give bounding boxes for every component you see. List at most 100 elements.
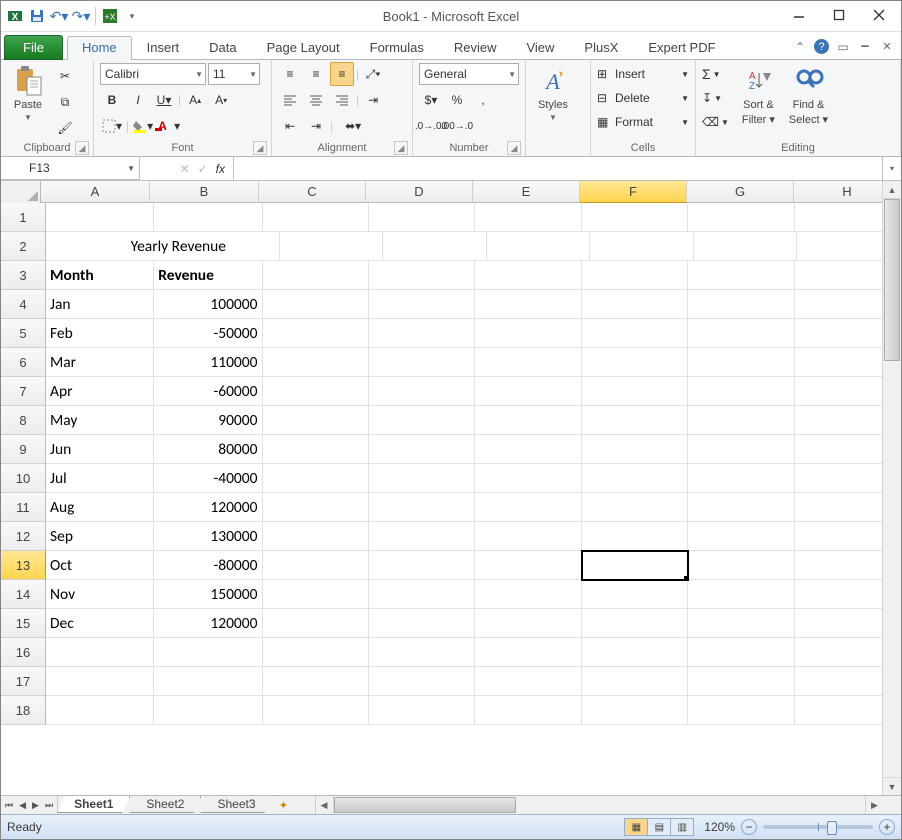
zoom-in-icon[interactable]: + [879,819,895,835]
scroll-down-icon[interactable]: ▼ [883,777,901,795]
cell-E6[interactable] [475,348,581,377]
zoom-level[interactable]: 120% [704,820,735,834]
cell-C16[interactable] [263,638,369,667]
fx-icon[interactable]: fx [216,162,225,176]
bold-button[interactable]: B [100,88,124,112]
column-header-A[interactable]: A [41,181,150,203]
column-header-D[interactable]: D [366,181,473,203]
sheet-prev-icon[interactable]: ◀ [19,800,26,811]
qat-customize-icon[interactable]: ▾ [122,6,142,26]
cell-B17[interactable] [154,667,262,696]
cell-A14[interactable]: Nov [46,580,154,609]
cell-F15[interactable] [582,609,688,638]
cell-C7[interactable] [263,377,369,406]
cell-F8[interactable] [582,406,688,435]
cell-A1[interactable] [46,203,154,232]
cell-G8[interactable] [688,406,794,435]
scroll-thumb-h[interactable] [334,797,516,813]
shrink-font-icon[interactable]: A▾ [209,88,233,112]
cell-D1[interactable] [369,203,475,232]
increase-decimal-icon[interactable]: .0→.00 [419,114,443,138]
cell-E14[interactable] [475,580,581,609]
cell-C18[interactable] [263,696,369,725]
sheet-first-icon[interactable]: ⏮ [5,800,13,811]
font-size-combo[interactable]: 11▼ [208,63,260,85]
cell-C12[interactable] [263,522,369,551]
save-icon[interactable] [27,6,47,26]
cell-G12[interactable] [688,522,794,551]
align-right-icon[interactable] [330,88,354,112]
enter-formula-icon[interactable]: ✓ [198,162,208,176]
row-header-12[interactable]: 12 [1,522,46,551]
cell-D8[interactable] [369,406,475,435]
page-break-view-icon[interactable]: ▥ [671,819,693,835]
cell-A16[interactable] [46,638,154,667]
cell-B8[interactable]: 90000 [154,406,262,435]
cell-B12[interactable]: 130000 [154,522,262,551]
vertical-scrollbar[interactable]: ▲ ▼ [882,181,901,795]
accounting-icon[interactable]: $▾ [419,88,443,112]
cell-A3[interactable]: Month [46,261,154,290]
cell-E15[interactable] [475,609,581,638]
align-bottom-icon[interactable]: ≡ [330,62,354,86]
cell-A4[interactable]: Jan [46,290,154,319]
cell-F17[interactable] [582,667,688,696]
page-layout-view-icon[interactable]: ▤ [648,819,671,835]
cell-C11[interactable] [263,493,369,522]
row-header-14[interactable]: 14 [1,580,46,609]
cell-E1[interactable] [475,203,581,232]
window-min-icon[interactable]: 🗕 [857,36,873,57]
cell-A18[interactable] [46,696,154,725]
cell-B15[interactable]: 120000 [154,609,262,638]
fill-color-icon[interactable]: ▾ [131,114,155,138]
row-header-4[interactable]: 4 [1,290,46,319]
cell-B1[interactable] [154,203,262,232]
cell-E3[interactable] [475,261,581,290]
cell-D16[interactable] [369,638,475,667]
column-header-C[interactable]: C [259,181,366,203]
cell-A17[interactable] [46,667,154,696]
font-color-icon[interactable]: A▾ [157,114,181,138]
alignment-launcher-icon[interactable]: ◢ [394,141,408,155]
cell-B4[interactable]: 100000 [154,290,262,319]
cell-C4[interactable] [263,290,369,319]
fill-icon[interactable]: ↧▼ [702,86,729,110]
cell-C1[interactable] [263,203,369,232]
merge-icon[interactable]: ⬌▾ [335,114,371,138]
row-header-9[interactable]: 9 [1,435,46,464]
cell-D14[interactable] [369,580,475,609]
minimize-button[interactable] [779,1,819,29]
copy-icon[interactable]: ⧉ [53,90,77,114]
cell-B14[interactable]: 150000 [154,580,262,609]
cell-E17[interactable] [475,667,581,696]
scroll-up-icon[interactable]: ▲ [883,181,901,199]
cell-D6[interactable] [369,348,475,377]
tab-view[interactable]: View [511,36,569,60]
cell-F6[interactable] [582,348,688,377]
cell-A8[interactable]: May [46,406,154,435]
plusx-qat-icon[interactable]: +X [100,6,120,26]
close-button[interactable] [859,1,899,29]
cell-D3[interactable] [369,261,475,290]
zoom-out-icon[interactable]: − [741,819,757,835]
cancel-formula-icon[interactable]: ✕ [180,162,190,176]
cell-A12[interactable]: Sep [46,522,154,551]
autosum-icon[interactable]: Σ▼ [702,62,729,86]
clipboard-launcher-icon[interactable]: ◢ [75,141,89,155]
cell-G17[interactable] [688,667,794,696]
cell-A10[interactable]: Jul [46,464,154,493]
sheet-last-icon[interactable]: ⏭ [45,800,53,811]
cell-A13[interactable]: Oct [46,551,154,580]
comma-icon[interactable]: , [471,88,495,112]
align-top-icon[interactable]: ≡ [278,62,302,86]
clear-icon[interactable]: ⌫▼ [702,110,729,134]
cell-C14[interactable] [263,580,369,609]
decrease-indent-icon[interactable]: ⇤ [278,114,302,138]
cell-B9[interactable]: 80000 [154,435,262,464]
paste-button[interactable]: Paste ▼ [7,62,49,125]
cell-G6[interactable] [688,348,794,377]
cell-D10[interactable] [369,464,475,493]
name-box[interactable]: F13▼ [1,157,140,180]
cell-E10[interactable] [475,464,581,493]
row-header-7[interactable]: 7 [1,377,46,406]
